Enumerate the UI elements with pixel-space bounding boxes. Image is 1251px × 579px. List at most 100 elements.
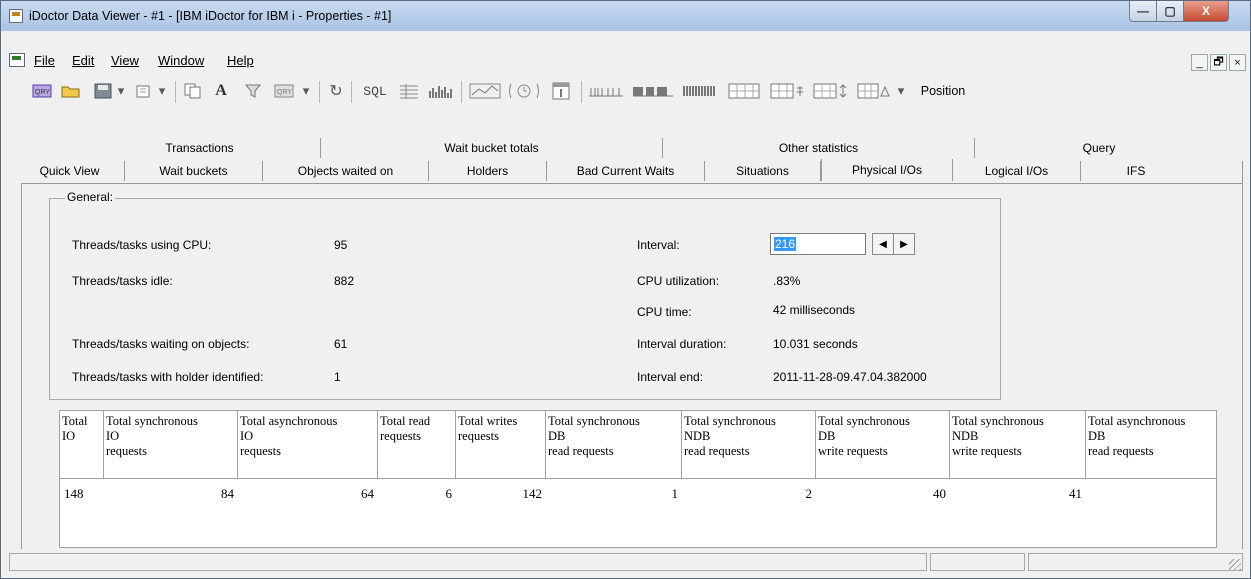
threads-cpu-label: Threads/tasks using CPU: (72, 238, 212, 252)
filter-icon[interactable] (242, 81, 264, 101)
grid-delta-dropdown-icon[interactable]: ▾ (894, 81, 908, 101)
mdi-minimize-button[interactable]: _ (1191, 54, 1208, 71)
title-bar[interactable]: iDoctor Data Viewer - #1 - [IBM iDoctor … (1, 1, 1250, 31)
table-view-icon[interactable] (397, 81, 421, 101)
close-icon: X (1201, 4, 1210, 18)
toolbar: QRY ▾ ▾ A QRY ▾ ↻ SQL ▾ Position (9, 73, 1243, 109)
cell-sync-db-read[interactable]: 1 (546, 484, 682, 506)
app-window: iDoctor Data Viewer - #1 - [IBM iDoctor … (0, 0, 1251, 579)
threads-cpu-value: 95 (334, 238, 348, 252)
maximize-button[interactable]: ▢ (1156, 1, 1184, 22)
menu-edit[interactable]: Edit (72, 53, 94, 68)
status-pane-3 (1028, 553, 1243, 571)
tab-other-statistics[interactable]: Other statistics (663, 138, 975, 158)
column-header[interactable]: Total read requests (378, 411, 456, 479)
cell-total-read[interactable]: 6 (378, 484, 456, 506)
column-header[interactable]: Total IO (60, 411, 104, 479)
timeline-blocks-icon[interactable] (631, 81, 675, 101)
mdi-restore-button[interactable]: 🗗 (1210, 54, 1227, 71)
column-header[interactable]: Total synchronous DB read requests (546, 411, 682, 479)
document-icon[interactable] (9, 53, 25, 67)
query-dropdown-icon[interactable]: ▾ (299, 81, 313, 101)
cell-async-db-read[interactable] (1086, 484, 1216, 506)
properties-icon[interactable] (133, 81, 153, 101)
column-header[interactable]: Total synchronous NDB read requests (682, 411, 816, 479)
column-header[interactable]: Total synchronous NDB write requests (950, 411, 1086, 479)
query-icon[interactable]: QRY (31, 81, 53, 101)
interval-next-button[interactable]: ▶ (893, 233, 915, 255)
bar-chart-icon[interactable] (427, 81, 455, 101)
menu-help[interactable]: Help (227, 53, 254, 68)
resize-grip-icon[interactable] (1229, 559, 1241, 571)
tab-objects-waited-on[interactable]: Objects waited on (263, 161, 429, 181)
cpu-util-label: CPU utilization: (637, 274, 720, 288)
interval-end-value: 2011-11-28-09.47.04.382000 (773, 370, 927, 384)
window-icon[interactable] (550, 81, 572, 101)
tab-bad-current-waits[interactable]: Bad Current Waits (547, 161, 705, 181)
query-edit-icon[interactable]: QRY (272, 81, 298, 101)
grid-columns-icon[interactable] (769, 81, 807, 101)
properties-dropdown-icon[interactable]: ▾ (155, 81, 169, 101)
menu-window[interactable]: Window (158, 53, 204, 68)
threads-holder-label: Threads/tasks with holder identified: (72, 370, 264, 384)
tab-physical-ios[interactable]: Physical I/Os (821, 159, 953, 181)
column-header[interactable]: Total synchronous IO requests (104, 411, 238, 479)
general-group-label: General: (65, 190, 116, 204)
tab-situations[interactable]: Situations (705, 161, 821, 181)
interval-prev-button[interactable]: ◀ (872, 233, 894, 255)
physical-io-grid[interactable]: Total IO Total synchronous IO requests Tota… (59, 410, 1217, 548)
grid-delta-icon[interactable] (856, 81, 892, 101)
column-header[interactable]: Total asynchronous IO requests (238, 411, 378, 479)
interval-input[interactable]: 216 (770, 233, 866, 255)
interval-value: 216 (774, 237, 797, 251)
app-icon[interactable] (9, 9, 23, 23)
cell-sync-db-write[interactable]: 40 (816, 484, 950, 506)
cell-total-sync-io[interactable]: 84 (104, 484, 238, 506)
cell-total-writes[interactable]: 142 (456, 484, 546, 506)
column-header[interactable]: Total asynchronous DB read requests (1086, 411, 1216, 479)
save-icon[interactable] (92, 81, 114, 101)
status-pane-main (9, 553, 927, 571)
menu-bar: File Edit View Window Help (9, 50, 1243, 72)
cell-sync-ndb-read[interactable]: 2 (682, 484, 816, 506)
position-button[interactable]: Position (915, 81, 971, 101)
arrow-right-icon: ▶ (900, 238, 908, 250)
menu-view[interactable]: View (111, 53, 139, 68)
cpu-time-label: CPU time: (637, 305, 692, 319)
tab-transactions[interactable]: Transactions (79, 138, 321, 158)
tab-wait-bucket-totals[interactable]: Wait bucket totals (321, 138, 663, 158)
sql-button[interactable]: SQL (358, 81, 392, 101)
grid-view-icon[interactable] (727, 81, 761, 101)
minimize-button[interactable]: — (1129, 1, 1157, 22)
refresh-icon[interactable]: ↻ (325, 81, 347, 101)
cell-total-async-io[interactable]: 64 (238, 484, 378, 506)
mdi-close-button[interactable]: × (1229, 54, 1246, 71)
threads-waiting-value: 61 (334, 337, 348, 351)
threads-holder-value: 1 (334, 370, 341, 384)
copy-icon[interactable] (182, 81, 204, 101)
tab-holders[interactable]: Holders (429, 161, 547, 181)
tab-wait-buckets[interactable]: Wait buckets (125, 161, 263, 181)
grid-rows-icon[interactable] (812, 81, 850, 101)
minimize-icon: — (1137, 4, 1149, 18)
column-header[interactable]: Total writes requests (456, 411, 546, 479)
close-button[interactable]: X (1183, 1, 1229, 22)
cell-sync-ndb-write[interactable]: 41 (950, 484, 1086, 506)
tab-query[interactable]: Query (975, 138, 1223, 158)
arrow-left-icon: ◀ (879, 238, 887, 250)
column-header[interactable]: Total synchronous DB write requests (816, 411, 950, 479)
line-chart-icon[interactable] (468, 81, 502, 101)
cell-total-io[interactable]: 148 (60, 484, 104, 506)
tab-panel-top-border (21, 183, 1243, 184)
svg-text:QRY: QRY (35, 89, 50, 96)
open-folder-icon[interactable] (60, 81, 82, 101)
tab-ifs[interactable]: IFS (1081, 161, 1191, 181)
font-icon[interactable]: A (211, 81, 231, 101)
menu-file[interactable]: File (34, 53, 55, 68)
tab-logical-ios[interactable]: Logical I/Os (953, 161, 1081, 181)
timeline-icon[interactable] (587, 81, 625, 101)
clock-icon[interactable] (506, 81, 542, 101)
save-dropdown-icon[interactable]: ▾ (114, 81, 128, 101)
timeline-dense-icon[interactable] (681, 81, 719, 101)
tab-quick-view[interactable]: Quick View (15, 161, 125, 181)
